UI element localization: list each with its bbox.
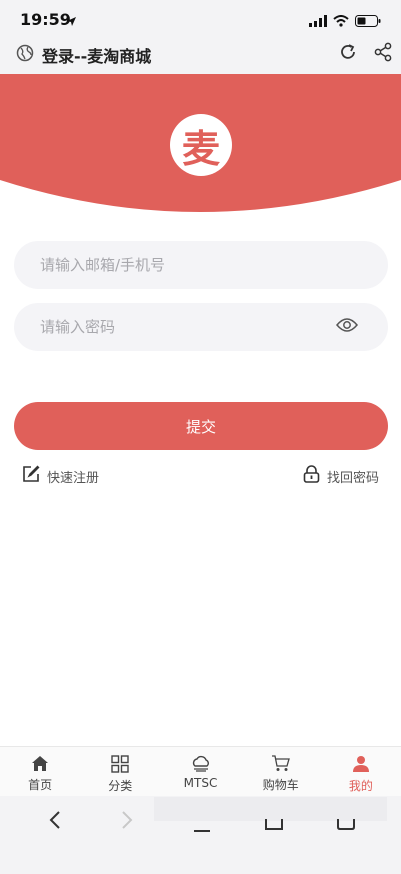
edit-icon [22,465,40,487]
eye-icon[interactable] [336,317,358,337]
home-icon [32,756,49,771]
register-link[interactable]: 快速注册 [22,465,99,487]
user-icon [352,756,369,772]
cloud-icon [192,755,209,772]
brand-logo: 麦 [170,114,232,176]
battery-icon [355,12,381,31]
tab-label: 首页 [28,778,53,792]
tab-mtsc[interactable]: MTSC [160,747,240,796]
tab-label: 我的 [348,779,373,793]
cart-icon [272,755,291,771]
browser-toolbar [0,796,401,874]
submit-button[interactable]: 提交 [14,402,388,450]
tab-label: MTSC [183,776,218,790]
menu-icon[interactable] [193,820,211,839]
back-icon[interactable] [48,810,62,834]
email-input[interactable] [14,241,388,289]
tab-category[interactable]: 分类 [80,747,160,796]
grid-icon [111,755,129,773]
forgot-label: 找回密码 [326,470,379,486]
bottom-tab-bar: 首页 分类 MTSC 购物车 我的 [0,746,401,796]
page-title: 登录--麦淘商城 [42,47,152,66]
tab-cart[interactable]: 购物车 [241,747,321,796]
globe-icon [16,44,34,66]
refresh-icon[interactable] [338,42,358,66]
status-bar: 19:59 [0,0,401,38]
forgot-password-link[interactable]: 找回密码 [303,465,379,487]
password-field[interactable] [14,303,388,351]
status-time: 19:59 [20,10,71,29]
status-indicators [309,12,381,31]
signal-icon [309,12,327,31]
wifi-icon [333,12,349,31]
lock-icon [303,465,320,487]
email-field[interactable] [14,241,388,289]
home-page-icon[interactable] [264,816,284,835]
share-icon[interactable] [373,42,393,66]
forward-icon[interactable] [120,810,134,834]
tab-label: 购物车 [262,778,299,792]
tab-home[interactable]: 首页 [0,747,80,796]
tab-mine[interactable]: 我的 [321,747,401,796]
register-label: 快速注册 [47,470,100,486]
location-arrow-icon [66,12,77,31]
browser-nav-bar: 登录--麦淘商城 [0,38,401,74]
password-input[interactable] [14,303,388,351]
tabs-icon[interactable] [336,816,356,835]
tab-label: 分类 [108,779,133,793]
